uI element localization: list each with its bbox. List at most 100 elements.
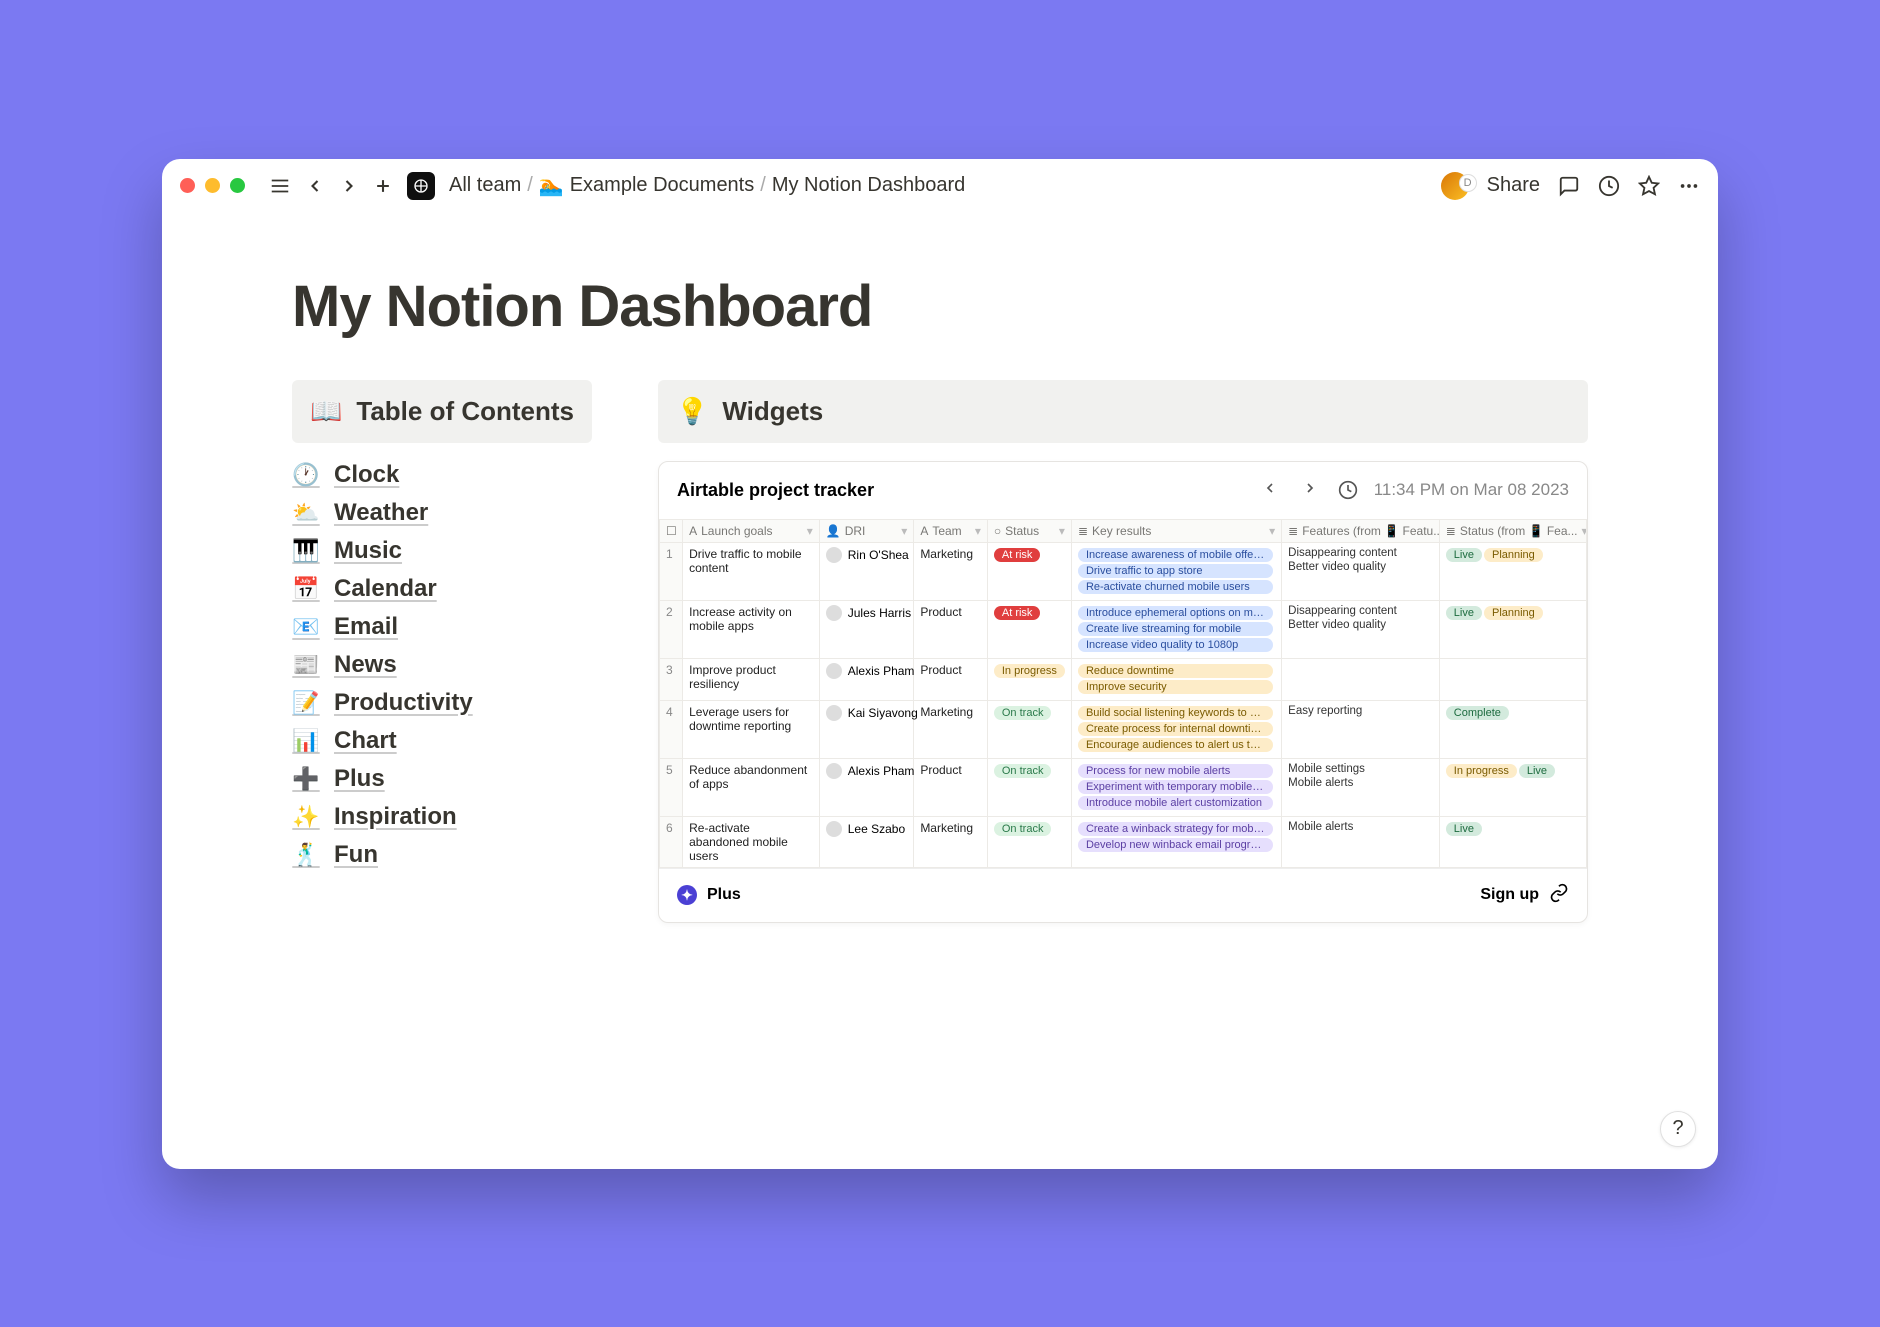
col-status[interactable]: ○Status▾ — [987, 519, 1071, 542]
cell-dri[interactable]: Jules Harris — [819, 600, 914, 658]
minimize-window-button[interactable] — [205, 178, 220, 193]
col-features[interactable]: ≣Features (from 📱 Featu...▾ — [1282, 519, 1440, 542]
cell-status[interactable]: On track — [987, 816, 1071, 867]
cell-status[interactable]: On track — [987, 700, 1071, 758]
cell-team[interactable]: Marketing — [914, 700, 988, 758]
cell-dri[interactable]: Alexis Pham — [819, 658, 914, 700]
toc-item[interactable]: 📧 Email — [292, 613, 592, 641]
toc-item[interactable]: 🕺Fun — [292, 841, 592, 869]
toc-item[interactable]: 🎹Music — [292, 537, 592, 565]
cell-status2[interactable] — [1439, 658, 1586, 700]
cell-status2[interactable]: Complete — [1439, 700, 1586, 758]
table-row[interactable]: 1Drive traffic to mobile contentRin O'Sh… — [660, 542, 1587, 600]
cell-status2[interactable]: In progressLive — [1439, 758, 1586, 816]
table-row[interactable]: 2Increase activity on mobile appsJules H… — [660, 600, 1587, 658]
hamburger-menu-icon[interactable] — [269, 175, 291, 197]
widget-footer: ✦ Plus Sign up — [659, 868, 1587, 922]
toc-emoji-icon: 📧 — [292, 614, 320, 640]
widget-prev-button[interactable] — [1258, 476, 1282, 505]
col-dri[interactable]: 👤DRI▾ — [819, 519, 914, 542]
cell-goal[interactable]: Re-activate abandoned mobile users — [683, 816, 820, 867]
help-button[interactable]: ? — [1660, 1111, 1696, 1147]
cell-status[interactable]: In progress — [987, 658, 1071, 700]
col-key-results[interactable]: ≣Key results▾ — [1071, 519, 1281, 542]
favorite-icon[interactable] — [1638, 175, 1660, 197]
toc-item[interactable]: 📰News — [292, 651, 592, 679]
cell-key-results[interactable]: Increase awareness of mobile offeringsDr… — [1071, 542, 1281, 600]
cell-dri[interactable]: Kai Siyavong — [819, 700, 914, 758]
toc-item[interactable]: 📝Productivity — [292, 689, 592, 717]
toc-emoji-icon: 🎹 — [292, 538, 320, 564]
cell-team[interactable]: Product — [914, 600, 988, 658]
nav-forward-button[interactable] — [339, 176, 359, 196]
cell-goal[interactable]: Drive traffic to mobile content — [683, 542, 820, 600]
cell-features[interactable]: Disappearing contentBetter video quality — [1282, 542, 1440, 600]
widget-next-button[interactable] — [1298, 476, 1322, 505]
col-team[interactable]: ATeam▾ — [914, 519, 988, 542]
link-icon[interactable] — [1549, 883, 1569, 908]
cell-status[interactable]: At risk — [987, 600, 1071, 658]
maximize-window-button[interactable] — [230, 178, 245, 193]
cell-team[interactable]: Marketing — [914, 542, 988, 600]
cell-status[interactable]: At risk — [987, 542, 1071, 600]
cell-key-results[interactable]: Build social listening keywords to cat..… — [1071, 700, 1281, 758]
toc-item-label: Email — [334, 613, 398, 641]
toc-item[interactable]: ➕Plus — [292, 765, 592, 793]
share-button[interactable]: Share — [1487, 174, 1540, 197]
airtable-grid[interactable]: ☐ ALaunch goals▾ 👤DRI▾ ATeam▾ ○Status▾ ≣… — [659, 519, 1587, 868]
toc-item[interactable]: ⛅Weather — [292, 499, 592, 527]
col-status2[interactable]: ≣Status (from 📱 Fea...▾ — [1439, 519, 1586, 542]
cell-status[interactable]: On track — [987, 758, 1071, 816]
more-options-icon[interactable] — [1678, 175, 1700, 197]
cell-features[interactable]: Easy reporting — [1282, 700, 1440, 758]
table-row[interactable]: 5Reduce abandonment of appsAlexis PhamPr… — [660, 758, 1587, 816]
table-header-row: ☐ ALaunch goals▾ 👤DRI▾ ATeam▾ ○Status▾ ≣… — [660, 519, 1587, 542]
updates-icon[interactable] — [1598, 175, 1620, 197]
plus-icon: ✦ — [677, 885, 697, 905]
new-page-button[interactable] — [373, 176, 393, 196]
avatar[interactable]: D — [1441, 172, 1469, 200]
cell-goal[interactable]: Improve product resiliency — [683, 658, 820, 700]
checkbox-header[interactable]: ☐ — [660, 519, 683, 542]
cell-features[interactable]: Mobile settingsMobile alerts — [1282, 758, 1440, 816]
cell-key-results[interactable]: Create a winback strategy for mobile ...… — [1071, 816, 1281, 867]
cell-key-results[interactable]: Introduce ephemeral options on mobileCre… — [1071, 600, 1281, 658]
cell-status2[interactable]: LivePlanning — [1439, 542, 1586, 600]
cell-team[interactable]: Product — [914, 658, 988, 700]
toc-item[interactable]: ✨Inspiration — [292, 803, 592, 831]
person-avatar-icon — [826, 705, 842, 721]
cell-key-results[interactable]: Process for new mobile alertsExperiment … — [1071, 758, 1281, 816]
close-window-button[interactable] — [180, 178, 195, 193]
col-launch-goals[interactable]: ALaunch goals▾ — [683, 519, 820, 542]
cell-goal[interactable]: Reduce abandonment of apps — [683, 758, 820, 816]
table-row[interactable]: 6Re-activate abandoned mobile usersLee S… — [660, 816, 1587, 867]
cell-dri[interactable]: Rin O'Shea — [819, 542, 914, 600]
toc-item[interactable]: 📊Chart — [292, 727, 592, 755]
toc-item-label: News — [334, 651, 397, 679]
window-controls — [180, 178, 245, 193]
cell-dri[interactable]: Lee Szabo — [819, 816, 914, 867]
avatar-letter: D — [1459, 174, 1477, 192]
comments-icon[interactable] — [1558, 175, 1580, 197]
cell-status2[interactable]: LivePlanning — [1439, 600, 1586, 658]
cell-status2[interactable]: Live — [1439, 816, 1586, 867]
toc-emoji-icon: ✨ — [292, 804, 320, 830]
signup-button[interactable]: Sign up — [1480, 886, 1539, 904]
cell-features[interactable]: Mobile alerts — [1282, 816, 1440, 867]
breadcrumb-item-current[interactable]: My Notion Dashboard — [772, 174, 965, 197]
cell-dri[interactable]: Alexis Pham — [819, 758, 914, 816]
cell-features[interactable] — [1282, 658, 1440, 700]
toc-item[interactable]: 🕐Clock — [292, 461, 592, 489]
cell-team[interactable]: Marketing — [914, 816, 988, 867]
toc-item[interactable]: 📅Calendar — [292, 575, 592, 603]
cell-team[interactable]: Product — [914, 758, 988, 816]
table-row[interactable]: 4Leverage users for downtime reportingKa… — [660, 700, 1587, 758]
cell-features[interactable]: Disappearing contentBetter video quality — [1282, 600, 1440, 658]
cell-goal[interactable]: Increase activity on mobile apps — [683, 600, 820, 658]
breadcrumb-item-allteam[interactable]: All team — [449, 174, 521, 197]
cell-goal[interactable]: Leverage users for downtime reporting — [683, 700, 820, 758]
breadcrumb-item-example[interactable]: 🏊 Example Documents — [539, 173, 754, 198]
cell-key-results[interactable]: Reduce downtimeImprove security — [1071, 658, 1281, 700]
table-row[interactable]: 3Improve product resiliencyAlexis PhamPr… — [660, 658, 1587, 700]
nav-back-button[interactable] — [305, 176, 325, 196]
